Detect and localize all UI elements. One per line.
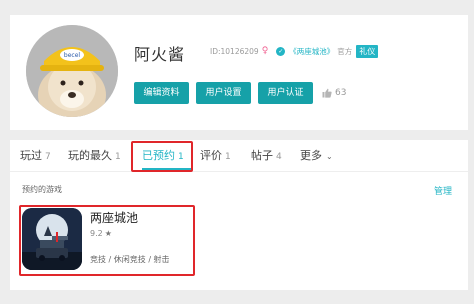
female-icon: ♀ [261, 46, 269, 56]
tab-longest-played[interactable]: 玩的最久 1 [68, 140, 121, 172]
section-title: 预约的游戏 [22, 185, 62, 194]
tab-label: 玩的最久 [68, 149, 112, 162]
tab-label: 更多 [300, 149, 322, 162]
tab-label: 帖子 [251, 149, 273, 162]
reserved-games-panel: 预约的游戏 管理 两座城池 9.2 ★ 竞技 / 休闲竞技 / 射击 [10, 172, 468, 290]
profile-actions: 编辑资料 用户设置 用户认证 63 [134, 82, 346, 104]
tab-count: 4 [276, 152, 282, 162]
tab-highlight-box [131, 141, 193, 172]
likes-counter: 63 [322, 88, 346, 98]
tab-label: 玩过 [20, 149, 42, 162]
user-settings-button[interactable]: 用户设置 [196, 82, 251, 104]
role-label: 官方 [337, 47, 353, 56]
tab-played[interactable]: 玩过 7 [20, 140, 51, 172]
avatar[interactable]: becel [26, 25, 118, 117]
edit-profile-button[interactable]: 编辑资料 [134, 82, 189, 104]
manage-link[interactable]: 管理 [434, 184, 452, 197]
chevron-down-icon: ⌄ [326, 152, 333, 161]
tab-count: 1 [115, 152, 121, 162]
profile-meta: ID:10126209 ♀ ✓ 《两座城池》 官方 礼仪 [210, 45, 379, 58]
tab-label: 评价 [200, 149, 222, 162]
tab-reviews[interactable]: 评价 1 [200, 140, 231, 172]
verified-icon: ✓ [276, 47, 286, 56]
profile-tabs: 玩过 7 玩的最久 1 已预约 1 评价 1 帖子 4 更多 ⌄ [10, 140, 468, 172]
likes-count: 63 [335, 88, 347, 98]
thumbs-up-icon [322, 88, 332, 98]
profile-card: becel 阿火酱 ID:10126209 ♀ ✓ 《两座城池》 官方 礼仪 编… [10, 15, 468, 130]
tab-count: 7 [45, 152, 51, 162]
game-highlight-box [19, 205, 195, 276]
tab-count: 1 [225, 152, 231, 162]
username: 阿火酱 [134, 45, 186, 64]
user-certify-button[interactable]: 用户认证 [258, 82, 313, 104]
avatar-dog-image: becel [26, 25, 118, 117]
svg-text:becel: becel [64, 52, 80, 59]
user-id: ID:10126209 [210, 47, 259, 56]
tab-posts[interactable]: 帖子 4 [251, 140, 282, 172]
official-game-link[interactable]: 《两座城池》 [289, 46, 334, 57]
etiquette-badge: 礼仪 [356, 45, 379, 58]
tab-more[interactable]: 更多 ⌄ [300, 140, 333, 172]
